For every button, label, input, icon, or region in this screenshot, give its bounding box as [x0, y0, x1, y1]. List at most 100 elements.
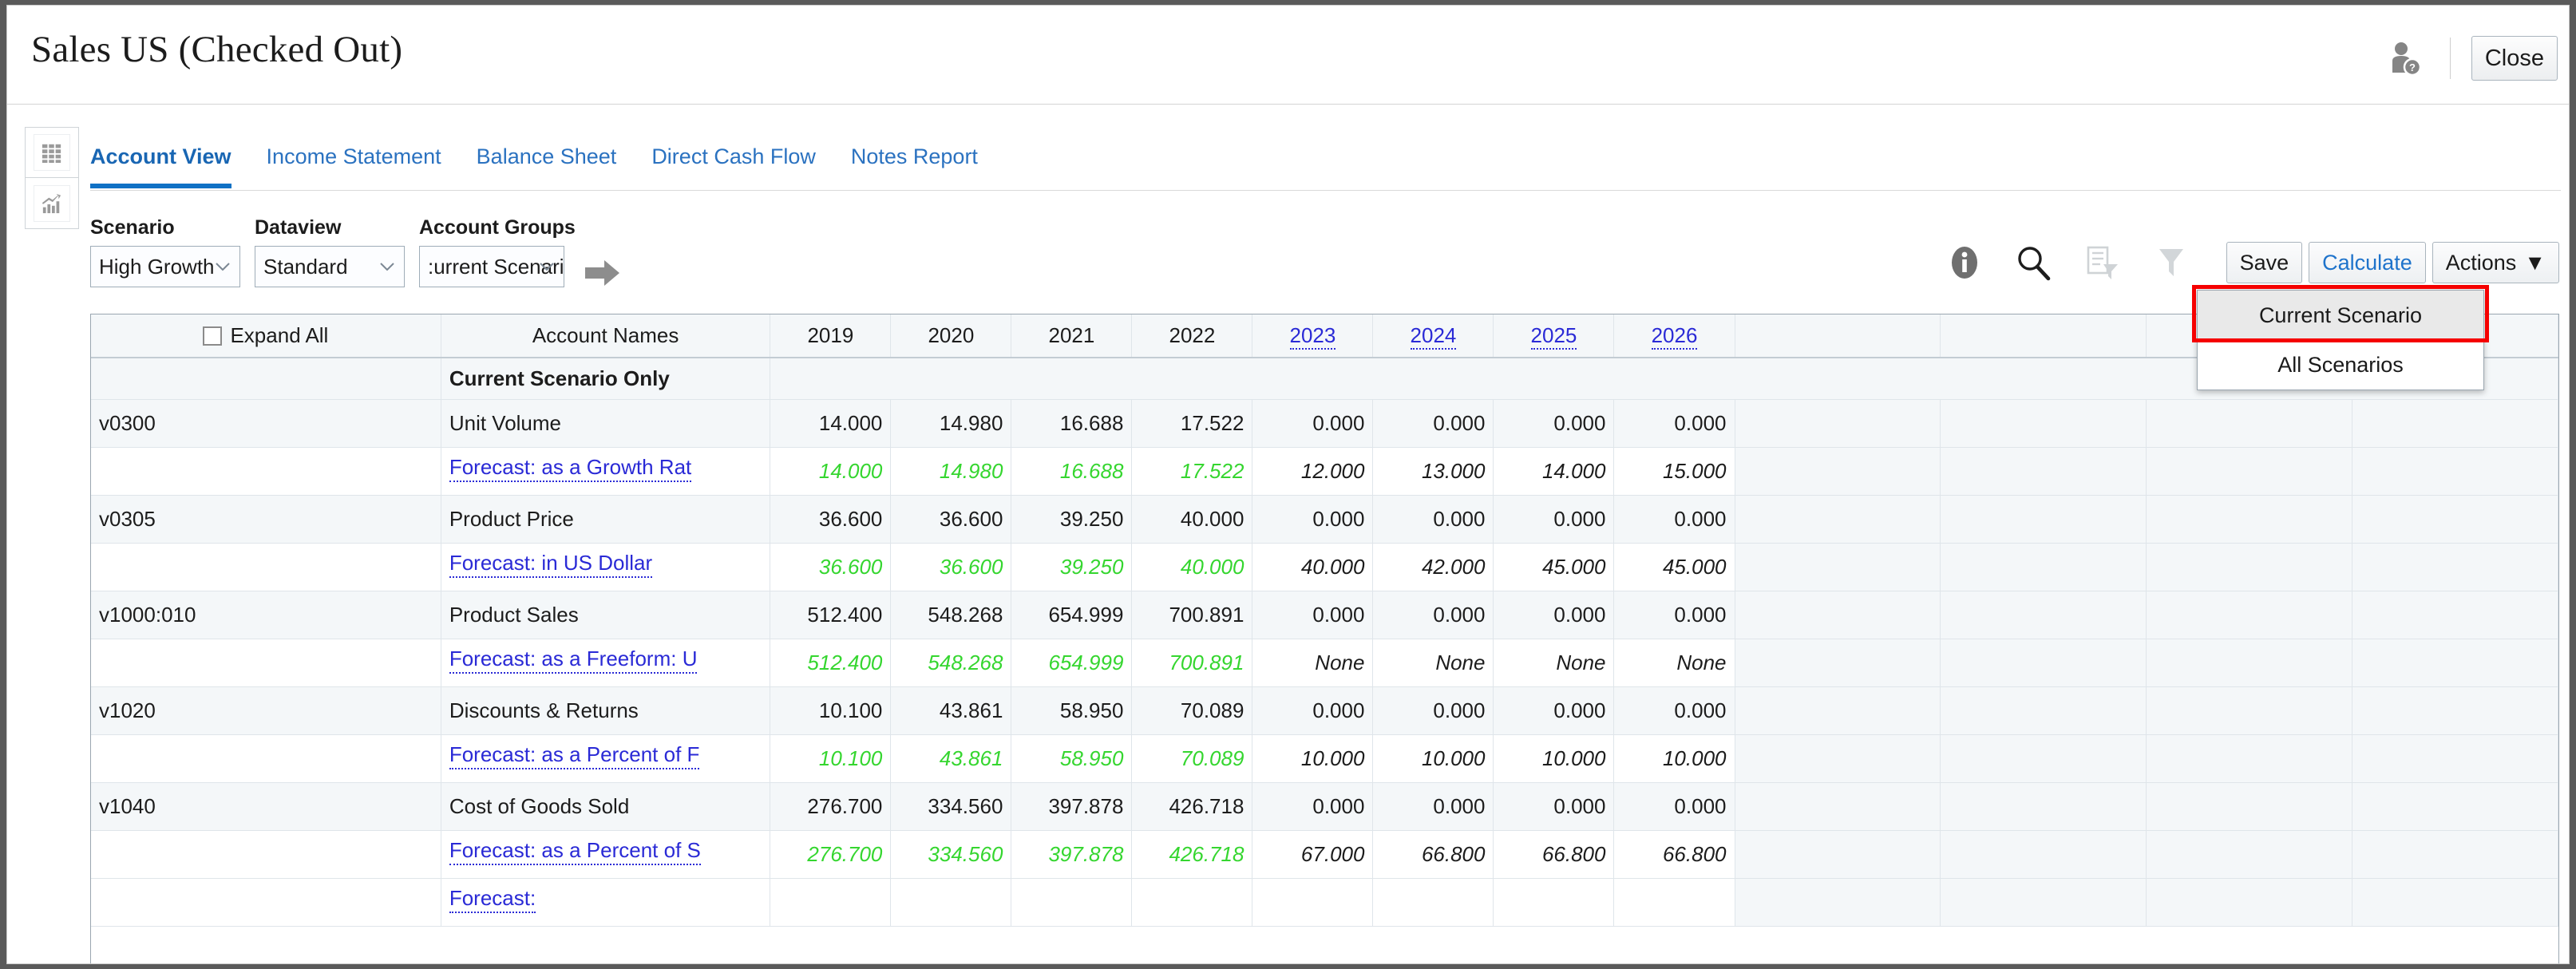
header-year-2025[interactable]: 2025: [1494, 314, 1614, 358]
cell-value[interactable]: 276.700: [770, 782, 891, 830]
cell-value[interactable]: 0.000: [1614, 686, 1735, 734]
cell-value[interactable]: 66.800: [1614, 830, 1735, 878]
cell-value[interactable]: 0.000: [1614, 399, 1735, 447]
tab-notes-report[interactable]: Notes Report: [851, 138, 995, 188]
cell-value[interactable]: 0.000: [1373, 591, 1494, 639]
cell-value[interactable]: 14.000: [1494, 447, 1614, 495]
info-icon[interactable]: [1945, 243, 1984, 282]
cell-value[interactable]: 0.000: [1614, 495, 1735, 543]
cell-value[interactable]: 14.980: [891, 399, 1011, 447]
menu-item-all-scenarios[interactable]: All Scenarios: [2198, 340, 2483, 390]
cell-value[interactable]: 0.000: [1252, 782, 1373, 830]
header-year-2023[interactable]: 2023: [1252, 314, 1373, 358]
cell-value[interactable]: 0.000: [1494, 591, 1614, 639]
cell-value[interactable]: [1614, 878, 1735, 926]
cell-value[interactable]: [1373, 878, 1494, 926]
cell-value[interactable]: 36.600: [891, 495, 1011, 543]
cell-value[interactable]: [770, 878, 891, 926]
cell-value[interactable]: 36.600: [770, 495, 891, 543]
cell-value[interactable]: 70.089: [1132, 686, 1252, 734]
row-forecast-link-cell[interactable]: Forecast: as a Growth Rat: [441, 447, 770, 495]
cell-value[interactable]: 10.000: [1373, 734, 1494, 782]
rail-button-grid-view[interactable]: [26, 128, 78, 178]
cell-value[interactable]: 0.000: [1494, 686, 1614, 734]
cell-value[interactable]: 42.000: [1373, 543, 1494, 591]
forecast-method-link[interactable]: Forecast: as a Percent of F: [449, 742, 700, 769]
cell-value[interactable]: 36.600: [891, 543, 1011, 591]
cell-value[interactable]: 40.000: [1252, 543, 1373, 591]
row-forecast-link-cell[interactable]: Forecast: as a Percent of S: [441, 830, 770, 878]
cell-value[interactable]: 548.268: [891, 591, 1011, 639]
cell-value[interactable]: 397.878: [1011, 782, 1132, 830]
cell-value[interactable]: None: [1373, 639, 1494, 686]
cell-value[interactable]: 0.000: [1373, 686, 1494, 734]
cell-value[interactable]: 39.250: [1011, 495, 1132, 543]
cell-value[interactable]: 10.100: [770, 686, 891, 734]
cell-value[interactable]: 70.089: [1132, 734, 1252, 782]
cell-value[interactable]: 0.000: [1252, 495, 1373, 543]
forecast-method-link[interactable]: Forecast: in US Dollar: [449, 551, 652, 578]
calculate-button[interactable]: Calculate: [2309, 242, 2426, 283]
cell-value[interactable]: 10.000: [1614, 734, 1735, 782]
cell-value[interactable]: 512.400: [770, 639, 891, 686]
search-icon[interactable]: [2014, 243, 2052, 282]
menu-item-current-scenario[interactable]: Current Scenario: [2198, 291, 2483, 340]
cell-value[interactable]: 700.891: [1132, 591, 1252, 639]
cell-value[interactable]: 15.000: [1614, 447, 1735, 495]
cell-value[interactable]: 426.718: [1132, 830, 1252, 878]
cell-value[interactable]: 14.000: [770, 447, 891, 495]
cell-value[interactable]: 58.950: [1011, 734, 1132, 782]
save-button[interactable]: Save: [2226, 242, 2303, 283]
cell-value[interactable]: 14.980: [891, 447, 1011, 495]
cell-value[interactable]: 276.700: [770, 830, 891, 878]
cell-value[interactable]: 334.560: [891, 830, 1011, 878]
row-forecast-link-cell[interactable]: Forecast: as a Freeform: U: [441, 639, 770, 686]
cell-value[interactable]: 12.000: [1252, 447, 1373, 495]
tab-balance-sheet[interactable]: Balance Sheet: [477, 138, 635, 188]
forecast-method-link[interactable]: Forecast: as a Growth Rat: [449, 455, 691, 482]
rail-button-chart-view[interactable]: [26, 178, 78, 228]
cell-value[interactable]: 10.100: [770, 734, 891, 782]
cell-value[interactable]: 0.000: [1494, 399, 1614, 447]
tab-account-view[interactable]: Account View: [90, 138, 249, 188]
row-forecast-link-cell[interactable]: Forecast:: [441, 878, 770, 926]
cell-value[interactable]: 10.000: [1494, 734, 1614, 782]
cell-value[interactable]: 36.600: [770, 543, 891, 591]
cell-value[interactable]: 512.400: [770, 591, 891, 639]
cell-value[interactable]: 43.861: [891, 734, 1011, 782]
user-question-icon[interactable]: ?: [2386, 40, 2423, 77]
header-year-2024[interactable]: 2024: [1373, 314, 1494, 358]
cell-value[interactable]: 39.250: [1011, 543, 1132, 591]
cell-value[interactable]: 0.000: [1373, 495, 1494, 543]
cell-value[interactable]: None: [1614, 639, 1735, 686]
actions-button[interactable]: Actions ▼: [2432, 242, 2559, 283]
tab-direct-cash-flow[interactable]: Direct Cash Flow: [651, 138, 833, 188]
cell-value[interactable]: 16.688: [1011, 399, 1132, 447]
cell-value[interactable]: [891, 878, 1011, 926]
scenario-select[interactable]: High Growth: [90, 246, 240, 287]
cell-value[interactable]: 0.000: [1252, 591, 1373, 639]
cell-value[interactable]: [1011, 878, 1132, 926]
cell-value[interactable]: 426.718: [1132, 782, 1252, 830]
cell-value[interactable]: 58.950: [1011, 686, 1132, 734]
cell-value[interactable]: None: [1252, 639, 1373, 686]
header-expand-all[interactable]: Expand All: [91, 314, 441, 358]
cell-value[interactable]: 0.000: [1373, 399, 1494, 447]
cell-value[interactable]: 17.522: [1132, 399, 1252, 447]
cell-value[interactable]: 66.800: [1494, 830, 1614, 878]
cell-value[interactable]: 40.000: [1132, 543, 1252, 591]
cell-value[interactable]: 66.800: [1373, 830, 1494, 878]
cell-value[interactable]: 43.861: [891, 686, 1011, 734]
forecast-method-link[interactable]: Forecast: as a Percent of S: [449, 838, 701, 865]
cell-value[interactable]: 40.000: [1132, 495, 1252, 543]
cell-value[interactable]: 14.000: [770, 399, 891, 447]
cell-value[interactable]: 16.688: [1011, 447, 1132, 495]
dataview-select[interactable]: Standard: [255, 246, 405, 287]
cell-value[interactable]: 334.560: [891, 782, 1011, 830]
cell-value[interactable]: 45.000: [1614, 543, 1735, 591]
right-arrow-icon[interactable]: [585, 258, 620, 288]
row-forecast-link-cell[interactable]: Forecast: in US Dollar: [441, 543, 770, 591]
expand-all-checkbox[interactable]: [203, 326, 222, 346]
cell-value[interactable]: 0.000: [1252, 686, 1373, 734]
cell-value[interactable]: None: [1494, 639, 1614, 686]
